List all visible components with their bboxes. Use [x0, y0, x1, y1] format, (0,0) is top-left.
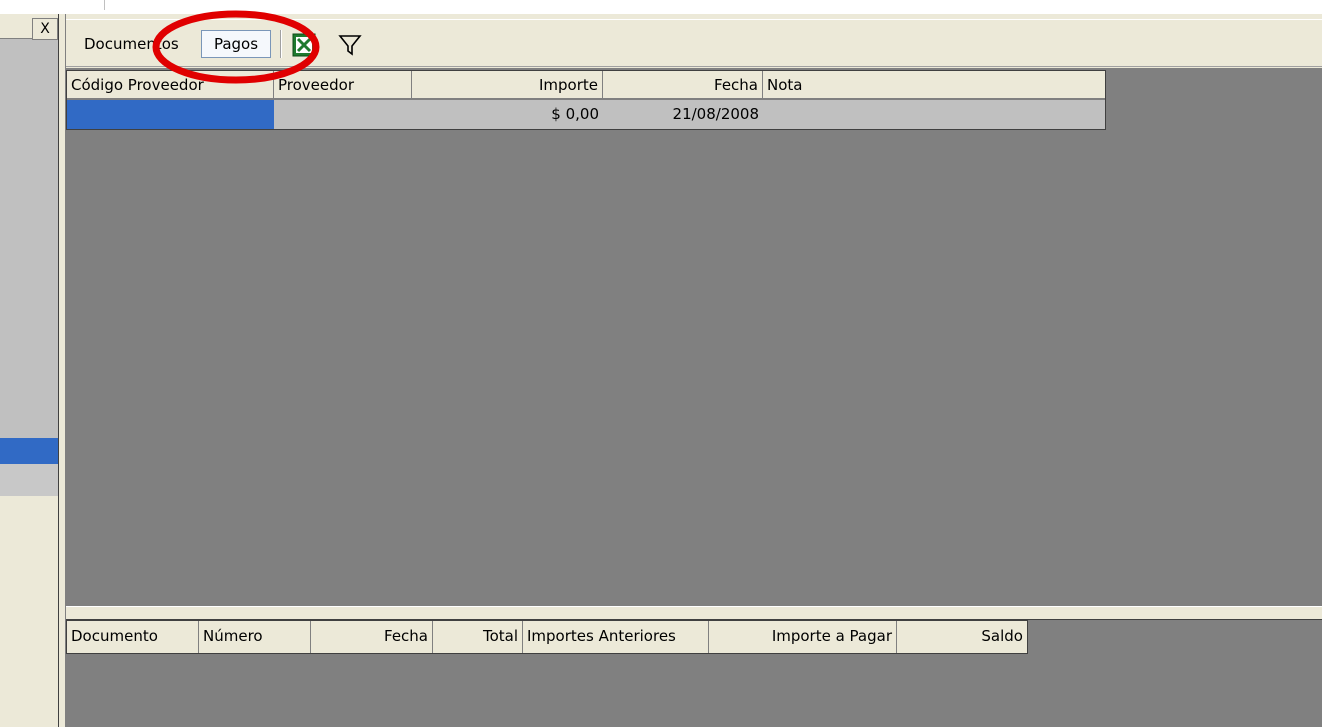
column-header-importe[interactable]: Importe — [412, 71, 603, 99]
cell-importe[interactable]: $ 0,00 — [412, 100, 603, 129]
column-header-total[interactable]: Total — [433, 621, 523, 653]
cell-fecha[interactable]: 21/08/2008 — [603, 100, 763, 129]
column-header-fecha-detalle[interactable]: Fecha — [311, 621, 433, 653]
column-header-saldo[interactable]: Saldo — [897, 621, 1027, 653]
panel-splitter[interactable] — [58, 14, 66, 727]
column-header-nota[interactable]: Nota — [763, 71, 1105, 99]
cell-nota[interactable] — [763, 100, 1105, 129]
left-list-selected-row[interactable] — [0, 438, 58, 464]
close-panel-button[interactable]: X — [32, 18, 58, 40]
left-list-row[interactable] — [0, 464, 58, 496]
column-header-numero[interactable]: Número — [199, 621, 311, 653]
column-header-documento[interactable]: Documento — [67, 621, 199, 653]
column-header-importe-a-pagar[interactable]: Importe a Pagar — [709, 621, 897, 653]
filter-icon[interactable] — [338, 33, 362, 57]
top-strip-divider — [104, 0, 105, 10]
payments-grid-area — [66, 68, 1322, 606]
cell-codigo-proveedor[interactable] — [67, 100, 274, 129]
grid-splitter[interactable] — [66, 606, 1322, 620]
column-header-importes-anteriores[interactable]: Importes Anteriores — [523, 621, 709, 653]
detail-grid-header: Documento Número Fecha Total Importes An… — [66, 620, 1028, 654]
annotation-circle — [150, 8, 322, 86]
column-header-fecha[interactable]: Fecha — [603, 71, 763, 99]
cell-proveedor[interactable] — [274, 100, 412, 129]
left-list[interactable] — [0, 38, 58, 438]
